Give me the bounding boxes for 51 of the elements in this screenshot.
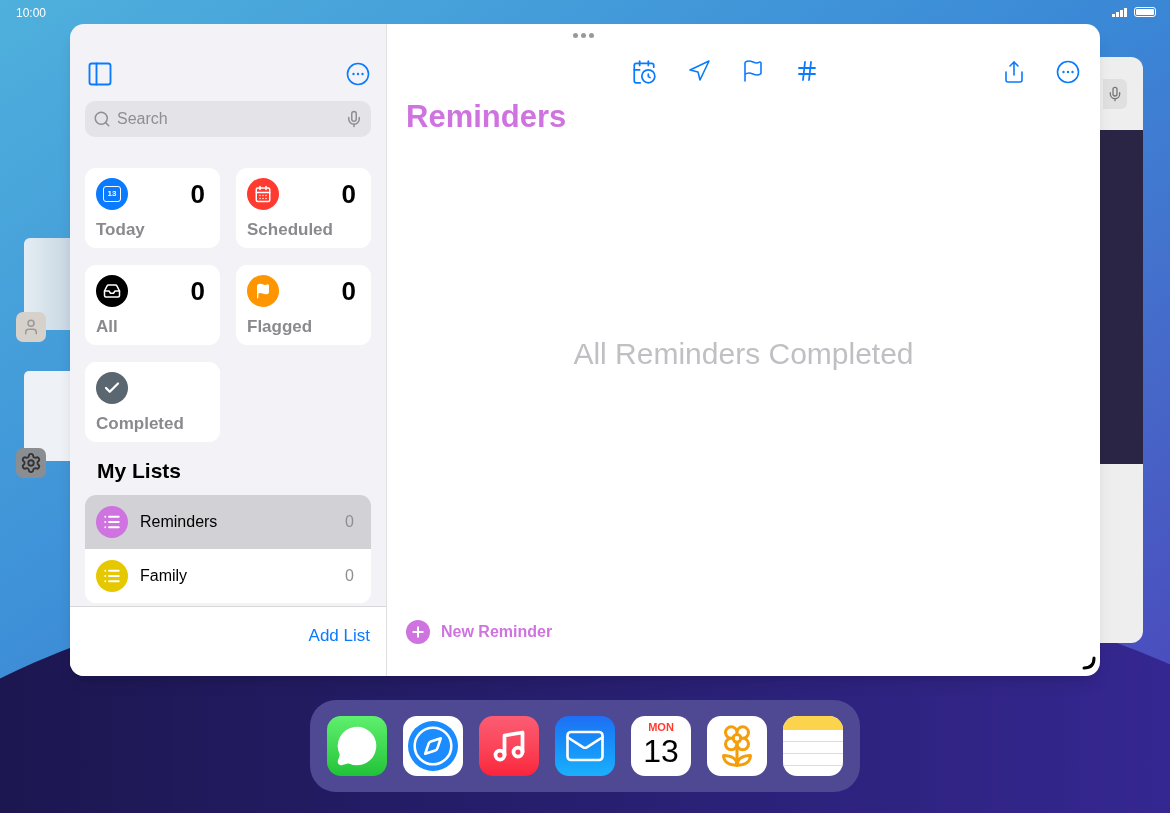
calendar-app-icon[interactable]: MON 13 [631,716,691,776]
count-label: 0 [190,278,205,304]
smart-list-label: Today [96,218,146,241]
music-app-icon[interactable] [479,716,539,776]
more-icon[interactable] [346,62,370,86]
drag-handle-icon[interactable] [573,33,594,38]
list-count: 0 [345,565,354,586]
mail-app-icon[interactable] [555,716,615,776]
search-field[interactable]: Search [85,101,371,137]
section-title: My Lists [97,458,183,484]
status-icons [1112,7,1156,17]
count-label: 0 [190,181,205,207]
more-icon[interactable] [1056,60,1080,84]
microphone-icon [345,110,363,128]
notes-app-icon[interactable] [783,716,843,776]
settings-app-icon[interactable] [16,448,46,478]
window-thumbnail[interactable] [24,371,70,461]
empty-state-message: All Reminders Completed [573,335,914,372]
location-arrow-icon[interactable] [686,59,711,83]
smart-list-card[interactable]: 0 Flagged [236,265,371,345]
count-label: 0 [341,278,356,304]
window-thumbnail[interactable] [24,238,70,330]
smart-list-label: Scheduled [247,218,334,241]
compass-app-icon[interactable] [403,716,463,776]
sidebar-toggle-icon[interactable] [86,60,114,88]
list-title: Reminders [406,98,567,136]
smart-list-label: Flagged [247,315,314,338]
list-name: Family [140,565,189,586]
calendar-weekday: MON [648,722,674,733]
calendar-clock-icon[interactable] [630,59,657,85]
calendar-icon: 13 [96,178,128,210]
smart-list-card[interactable]: 0 All [85,265,220,345]
background-window[interactable] [1100,57,1143,643]
smart-list-card[interactable]: 13 0 Today [85,168,220,248]
calendar-day: 13 [643,735,679,767]
list-name: Reminders [140,511,219,532]
microphone-icon [1107,85,1123,102]
count-label: 0 [341,181,356,207]
resize-handle-icon[interactable] [1082,656,1096,670]
flower-app-icon[interactable] [707,716,767,776]
share-icon[interactable] [1002,60,1026,84]
list-count: 0 [345,511,354,532]
list-row[interactable]: Reminders 0 [85,494,371,549]
status-time: 10:00 [16,5,47,22]
plus-icon [406,620,430,644]
smart-list-label: All [96,315,119,338]
add-list-button[interactable]: Add List [308,623,370,649]
smart-list-label: Completed [96,412,185,435]
messages-app-icon[interactable] [327,716,387,776]
smart-list-card[interactable]: 0 Scheduled [236,168,371,248]
search-icon [93,110,111,128]
